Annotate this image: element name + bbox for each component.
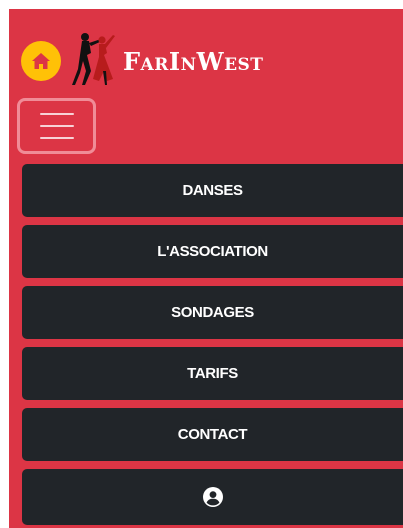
nav-item-association[interactable]: L'ASSOCIATION: [22, 225, 403, 278]
home-button[interactable]: [21, 41, 61, 81]
dancers-logo-icon: [72, 33, 115, 85]
home-icon: [32, 53, 50, 69]
nav-item-label: SONDAGES: [171, 304, 254, 321]
user-circle-icon: [202, 487, 223, 507]
nav-item-label: TARIFS: [187, 365, 238, 382]
nav-item-label: L'ASSOCIATION: [157, 243, 268, 260]
nav-item-danses[interactable]: DANSES: [22, 164, 403, 217]
brand: FarInWest: [21, 33, 263, 86]
nav-menu: DANSES L'ASSOCIATION SONDAGES TARIFS CON…: [22, 164, 403, 525]
nav-item-contact[interactable]: CONTACT: [22, 408, 403, 461]
nav-item-sondages[interactable]: SONDAGES: [22, 286, 403, 339]
navbar: FarInWest DANSES L'ASSOCIATION SONDAGES …: [9, 9, 403, 528]
nav-item-label: CONTACT: [177, 426, 248, 443]
hamburger-menu-icon: [39, 113, 74, 139]
nav-item-label: DANSES: [182, 182, 243, 199]
menu-toggle-button[interactable]: [17, 98, 96, 154]
brand-name[interactable]: FarInWest: [123, 47, 263, 76]
nav-item-account[interactable]: [22, 469, 403, 525]
nav-item-tarifs[interactable]: TARIFS: [22, 347, 403, 400]
